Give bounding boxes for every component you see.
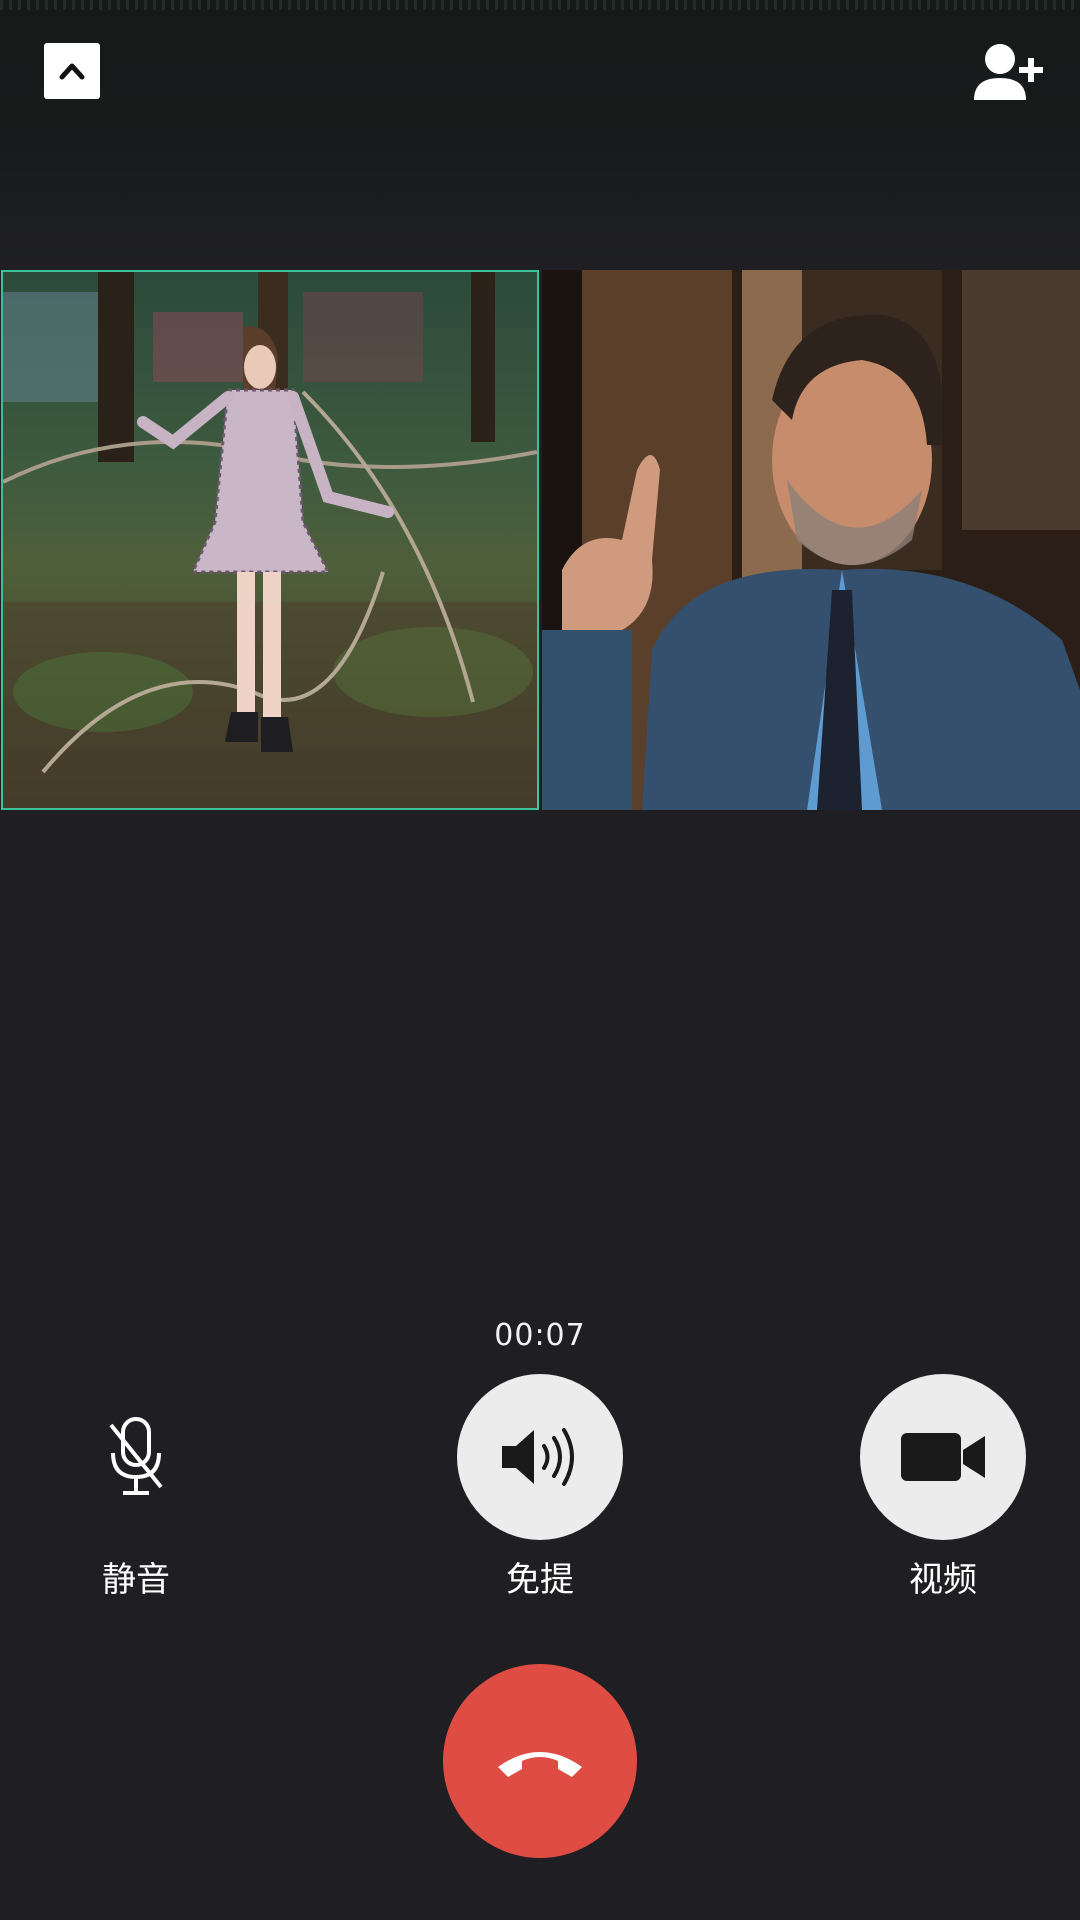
participant-video-tile-2[interactable]	[542, 270, 1080, 810]
participant-video-tile-1[interactable]	[1, 270, 539, 810]
video-control[interactable]: 视频	[860, 1374, 1026, 1600]
video-call-screen: 00:07 静音 免提 视频	[0, 0, 1080, 1920]
call-timer: 00:07	[494, 1318, 586, 1353]
video-camera-icon	[901, 1433, 985, 1481]
participant-video-2	[542, 270, 1080, 810]
chevron-up-icon	[59, 63, 85, 80]
top-bar	[0, 0, 1080, 260]
speaker-button[interactable]	[457, 1374, 623, 1540]
participant-video-1	[3, 272, 537, 808]
add-member-button[interactable]	[970, 42, 1050, 104]
top-edge-pattern	[0, 0, 1080, 10]
speaker-control[interactable]: 免提	[457, 1374, 623, 1600]
mute-control[interactable]: 静音	[53, 1374, 219, 1600]
speaker-label: 免提	[506, 1560, 574, 1600]
hangup-button[interactable]	[443, 1664, 637, 1858]
add-user-icon	[974, 44, 1043, 100]
mute-label: 静音	[102, 1560, 170, 1600]
collapse-button[interactable]	[44, 43, 100, 99]
video-button[interactable]	[860, 1374, 1026, 1540]
phone-hangup-icon	[498, 1752, 582, 1777]
video-label: 视频	[909, 1560, 977, 1600]
mic-off-icon	[109, 1417, 163, 1495]
speaker-icon	[502, 1428, 574, 1486]
mute-button[interactable]	[53, 1374, 219, 1540]
